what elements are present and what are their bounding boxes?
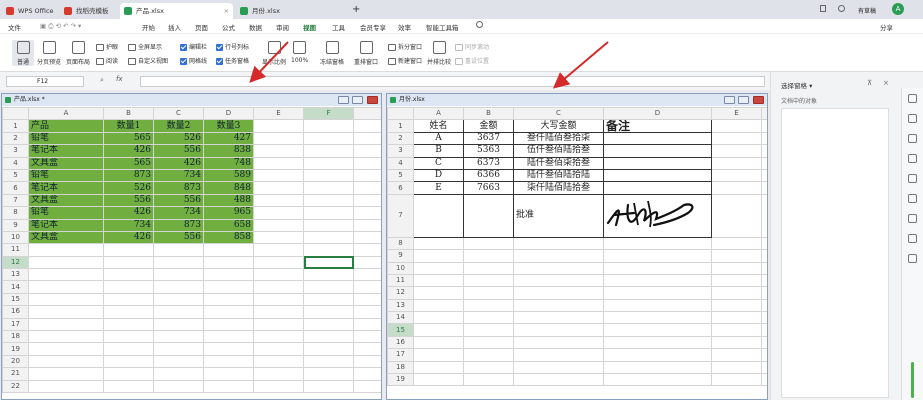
annotation-arrows	[249, 41, 609, 89]
arrow-1	[249, 41, 289, 83]
arrow-2	[552, 41, 609, 89]
